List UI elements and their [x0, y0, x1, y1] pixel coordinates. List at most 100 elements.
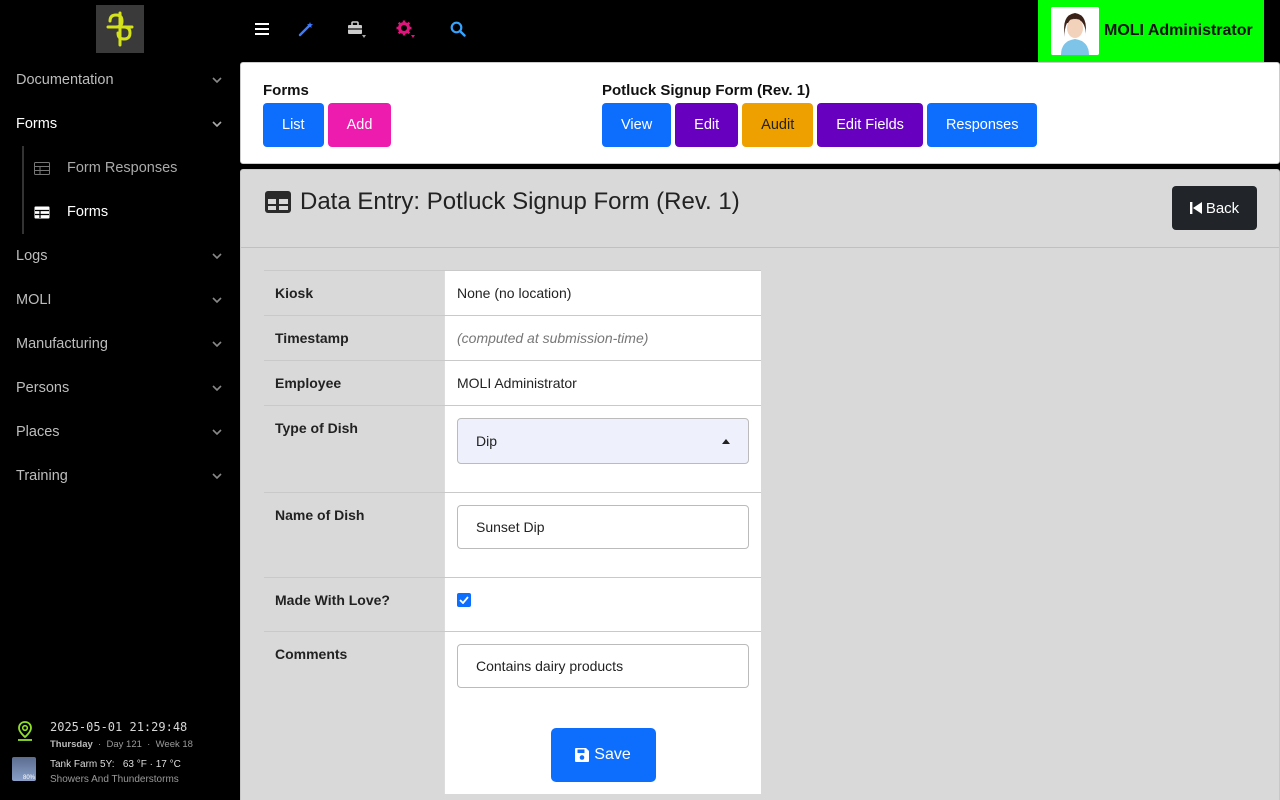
magic-wand-icon[interactable] [295, 18, 317, 40]
sidebar-nav: Documentation Forms Form Responses Forms… [0, 58, 240, 498]
made-with-love-checkbox[interactable] [457, 593, 471, 607]
actions-spacer [264, 716, 444, 794]
field-label: Employee [275, 375, 342, 391]
page-title: Data Entry: Potluck Signup Form (Rev. 1) [265, 188, 740, 216]
back-button-label: Back [1205, 199, 1240, 217]
topbar: MOLI Administrator [240, 0, 1280, 62]
page-title-text: Data Entry: Potluck Signup Form (Rev. 1) [300, 188, 740, 215]
form-row-employee: Employee MOLI Administrator [264, 360, 761, 405]
sidebar-item-persons[interactable]: Persons [0, 366, 240, 410]
avatar [1051, 7, 1099, 55]
clock-datetime: 2025-05-01 21:29:48 [50, 720, 188, 734]
dish-type-selected: Dip [476, 433, 498, 449]
data-entry-panel: Data Entry: Potluck Signup Form (Rev. 1)… [240, 169, 1280, 800]
chevron-down-icon [212, 339, 222, 349]
field-label: Name of Dish [275, 507, 365, 523]
form-row-dish-name: Name of Dish Sunset Dip [264, 492, 761, 577]
field-label: Kiosk [275, 285, 314, 301]
sidebar-item-logs[interactable]: Logs [0, 234, 240, 278]
weather-badge: 80% [22, 775, 35, 781]
form-row-kiosk: Kiosk None (no location) [264, 270, 761, 315]
sidebar-item-forms[interactable]: Forms [0, 102, 240, 146]
backward-step-icon [1189, 202, 1202, 214]
view-button[interactable]: View [602, 103, 672, 147]
user-name: MOLI Administrator [1104, 22, 1253, 39]
sidebar: Documentation Forms Form Responses Forms… [0, 0, 240, 800]
data-entry-form: Kiosk None (no location) Timestamp (comp… [264, 270, 761, 794]
weather-temp: 63 °F · 17 °C [122, 759, 181, 770]
sidebar-item-label: MOLI [16, 292, 52, 308]
sidebar-item-training[interactable]: Training [0, 454, 240, 498]
forms-subnav: Form Responses Forms [22, 146, 240, 234]
weather: 80% Tank Farm 5Y: 63 °F · 17 °C Showers … [0, 757, 240, 787]
search-icon[interactable] [447, 18, 469, 40]
checkmark-icon [459, 596, 469, 604]
chevron-down-icon [212, 75, 222, 85]
field-label: Comments [275, 646, 348, 662]
edit-button[interactable]: Edit [675, 103, 739, 147]
save-button[interactable]: Save [550, 728, 656, 782]
employee-value: MOLI Administrator [444, 361, 761, 405]
sidebar-subitem-forms[interactable]: Forms [24, 190, 240, 234]
clock: 2025-05-01 21:29:48 Thursday · Day 121 ·… [0, 720, 240, 750]
form-row-made-with-love: Made With Love? [264, 577, 761, 631]
location-pin-icon[interactable] [16, 720, 34, 750]
add-button[interactable]: Add [327, 103, 392, 147]
table-icon [34, 205, 50, 219]
field-label: Timestamp [275, 330, 349, 346]
form-row-timestamp: Timestamp (computed at submission-time) [264, 315, 761, 360]
field-label: Made With Love? [275, 592, 390, 608]
chevron-down-icon [212, 119, 222, 129]
form-actions-title: Potluck Signup Form (Rev. 1) [602, 82, 811, 99]
forms-nav-panel: Forms List Add Potluck Signup Form (Rev.… [240, 62, 1280, 164]
sidebar-subitem-label: Form Responses [67, 160, 178, 176]
settings-icon[interactable] [395, 18, 417, 40]
form-row-actions: Save [264, 716, 761, 794]
save-button-label: Save [594, 746, 631, 763]
comments-input[interactable]: Contains dairy products [457, 644, 749, 688]
sidebar-item-label: Documentation [16, 72, 114, 88]
dish-name-input[interactable]: Sunset Dip [457, 505, 749, 549]
kiosk-value: None (no location) [444, 271, 761, 315]
table-icon [34, 161, 50, 175]
dish-type-select[interactable]: Dip [457, 418, 749, 464]
app-logo-icon [106, 11, 134, 47]
edit-fields-button[interactable]: Edit Fields [817, 103, 923, 147]
sidebar-item-label: Forms [16, 116, 58, 132]
app-logo[interactable] [96, 5, 144, 53]
menu-icon[interactable] [251, 18, 273, 40]
sidebar-item-label: Training [16, 468, 68, 484]
sidebar-item-manufacturing[interactable]: Manufacturing [0, 322, 240, 366]
weather-location: Tank Farm 5Y: [50, 759, 115, 770]
comments-cell: Contains dairy products [444, 632, 761, 716]
form-row-comments: Comments Contains dairy products [264, 631, 761, 716]
audit-button[interactable]: Audit [742, 103, 814, 147]
sidebar-item-label: Manufacturing [16, 336, 108, 352]
floppy-disk-icon [575, 748, 590, 762]
clock-week: Week 18 [155, 739, 193, 750]
sidebar-item-documentation[interactable]: Documentation [0, 58, 240, 102]
sidebar-item-label: Persons [16, 380, 70, 396]
sidebar-item-moli[interactable]: MOLI [0, 278, 240, 322]
clock-day: Day 121 [106, 739, 142, 750]
list-button[interactable]: List [263, 103, 324, 147]
chevron-down-icon [212, 427, 222, 437]
sidebar-item-label: Places [16, 424, 60, 440]
sidebar-subitem-form-responses[interactable]: Form Responses [24, 146, 240, 190]
user-menu[interactable]: MOLI Administrator [1038, 0, 1264, 62]
chevron-down-icon [212, 295, 222, 305]
forms-group-title: Forms [263, 82, 309, 99]
dish-name-cell: Sunset Dip [444, 493, 761, 577]
responses-button[interactable]: Responses [926, 103, 1038, 147]
sidebar-item-places[interactable]: Places [0, 410, 240, 454]
back-button[interactable]: Back [1172, 186, 1257, 230]
weather-icon: 80% [12, 757, 36, 781]
form-actions-group: Potluck Signup Form (Rev. 1) View Edit A… [602, 82, 1038, 147]
table-icon [265, 191, 291, 213]
clock-date-info: Thursday · Day 121 · Week 18 [50, 739, 193, 750]
sidebar-subitem-label: Forms [67, 204, 109, 220]
timestamp-value: (computed at submission-time) [444, 316, 761, 360]
sidebar-item-label: Logs [16, 248, 48, 264]
toolbox-icon[interactable] [346, 18, 368, 40]
chevron-down-icon [212, 471, 222, 481]
